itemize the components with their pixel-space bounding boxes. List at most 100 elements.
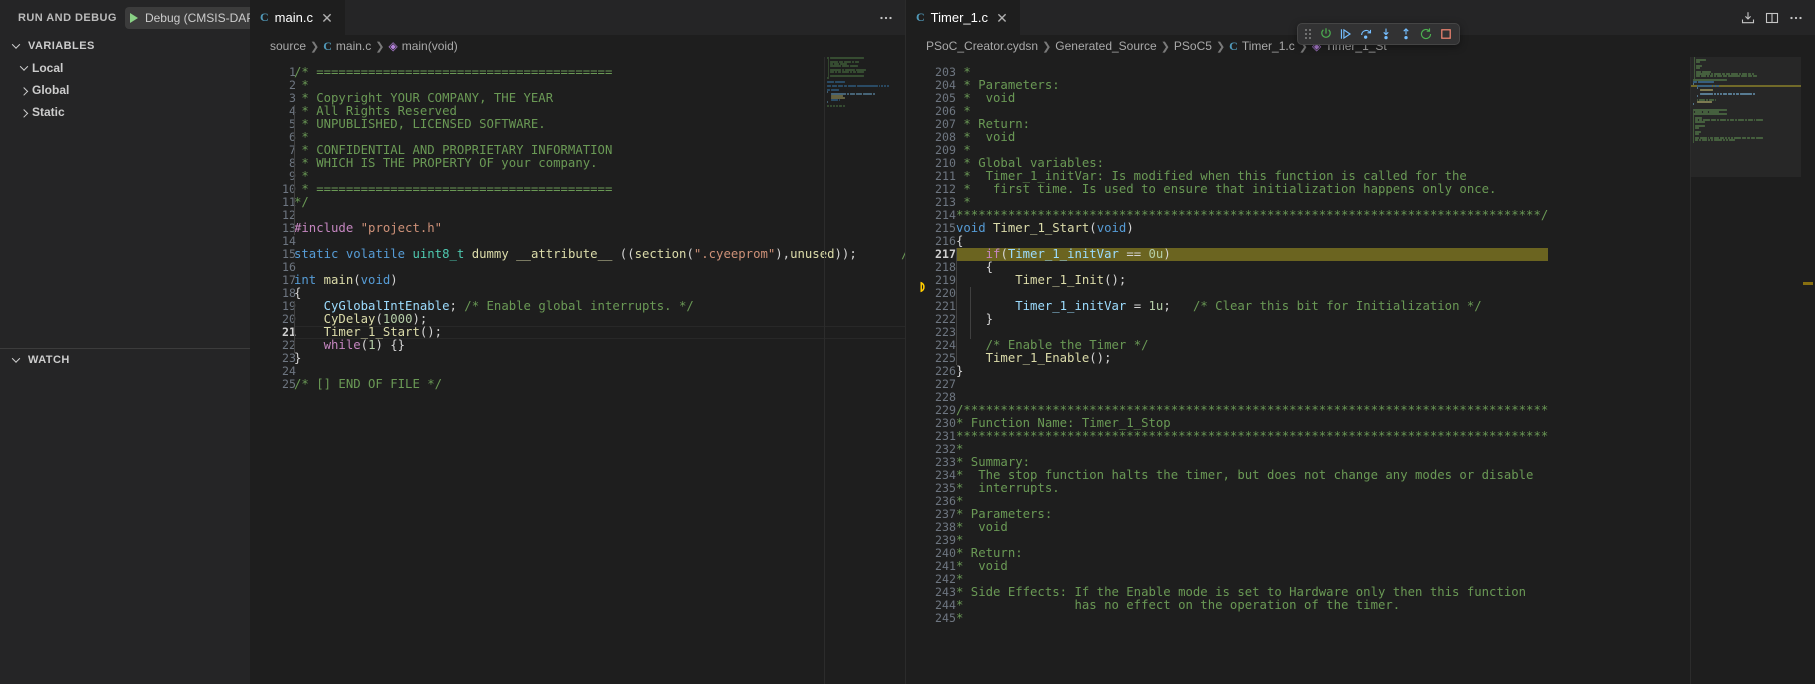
code-line: ****************************************… [956, 429, 1549, 443]
breadcrumb-item-folder[interactable]: Generated_Source [1055, 39, 1156, 53]
watch-section-header[interactable]: WATCH [0, 349, 250, 371]
step-out-button[interactable] [1396, 25, 1415, 44]
variables-section: VARIABLES Local Global Static [0, 35, 250, 123]
drag-grip[interactable] [1302, 26, 1313, 42]
minimap-border [1690, 57, 1691, 684]
code-line: * ======================================… [294, 182, 613, 196]
breadcrumb-label: PSoC5 [1173, 39, 1212, 53]
overview-ruler-left[interactable] [891, 57, 905, 684]
tab-label: Timer_1.c [930, 10, 988, 25]
step-over-button[interactable] [1356, 25, 1375, 44]
code-line: * Parameters: [956, 507, 1053, 521]
breadcrumb-item-subfolder[interactable]: PSoC5 [1174, 39, 1212, 53]
c-file-icon: C [1229, 38, 1238, 53]
ellipsis-icon[interactable] [875, 7, 897, 29]
variables-scope-local[interactable]: Local [0, 57, 250, 79]
vscode-window: RUN AND DEBUG Debug (CMSIS-DAP) VARIABLE… [0, 0, 1815, 684]
c-file-icon: C [323, 38, 332, 53]
indent-guide [970, 287, 971, 339]
code-line: * Return: [956, 117, 1031, 131]
editor-group-left: C main.c ✕ source ❯ C main.c ❯ ◈ main(vo… [250, 0, 905, 684]
breadcrumb-label: main.c [335, 39, 372, 53]
breadcrumb-label: Generated_Source [1055, 39, 1157, 53]
save-to-disk-icon[interactable] [1737, 7, 1759, 29]
sidebar-header: RUN AND DEBUG Debug (CMSIS-DAP) [0, 0, 323, 35]
chevron-right-icon [16, 82, 32, 98]
breadcrumb-item-file[interactable]: C Timer_1.c [1229, 39, 1295, 54]
start-debugging-icon[interactable] [129, 12, 138, 23]
variables-section-header[interactable]: VARIABLES [0, 35, 250, 57]
overview-ruler-right[interactable] [1801, 57, 1815, 684]
editor-tabbar-actions-left [875, 0, 905, 35]
function-symbol-icon: ◈ [388, 39, 398, 53]
breadcrumb-separator-icon: ❯ [375, 40, 385, 53]
watch-section-label: WATCH [28, 354, 70, 366]
split-editor-icon[interactable] [1761, 7, 1783, 29]
editor-body-left[interactable]: 1 2 3 4 5 6 7 8 9 10 11 12 13 14 15 16 1 [250, 57, 905, 684]
code-line: /* =====================================… [294, 65, 613, 79]
tab-timer-1-c[interactable]: C Timer_1.c ✕ [906, 0, 1021, 35]
indent-guide [294, 301, 295, 353]
execution-pointer-icon [918, 281, 930, 293]
minimap-border [824, 57, 825, 684]
code-line-executing: if(Timer_1_initVar == 0u) [956, 248, 1549, 261]
code-lines-left[interactable]: /* =====================================… [294, 66, 905, 391]
pause-button[interactable] [1316, 25, 1335, 44]
editor-body-right[interactable]: 203 204 205 206 207 208 209 210 211 212 213 214 215 2… [906, 57, 1815, 684]
code-line: * first time. Is used to ensure that ini… [956, 182, 1497, 196]
code-line: Timer_1_Init(); [1015, 273, 1127, 287]
sidebar-filler [0, 123, 250, 348]
variables-section-label: VARIABLES [28, 40, 95, 52]
debug-toolbar[interactable] [1297, 23, 1460, 45]
code-lines-right[interactable]: * * Parameters: * void * * Return: * voi… [956, 66, 1549, 625]
breadcrumb-item-source[interactable]: source [270, 39, 306, 53]
code-line: * [956, 533, 964, 547]
breadcrumb-label: Timer_1.c [1241, 39, 1295, 53]
tab-main-c[interactable]: C main.c ✕ [250, 0, 346, 35]
minimap-left[interactable] [825, 57, 889, 684]
code-line: * WHICH IS THE PROPERTY OF your company. [294, 156, 598, 170]
minimap-right[interactable] [1691, 57, 1801, 684]
code-line: while(1) {} [323, 338, 406, 352]
breadcrumb-separator-icon: ❯ [310, 40, 320, 53]
indent-guide [956, 248, 957, 365]
code-line: * Parameters: [956, 78, 1060, 92]
code-line: Timer_1_initVar = 1u; /* Clear this bit … [1015, 299, 1482, 313]
breadcrumb-label: source [270, 39, 307, 53]
variables-scope-global[interactable]: Global [0, 79, 250, 101]
code-line: /* [] END OF FILE */ [294, 377, 443, 391]
chevron-down-icon [8, 352, 24, 368]
more-actions-icon[interactable] [1785, 7, 1807, 29]
code-area-right[interactable]: 203 204 205 206 207 208 209 210 211 212 213 214 215 2… [906, 57, 1815, 684]
scope-label: Local [32, 61, 64, 75]
watch-section: WATCH [0, 348, 250, 684]
tab-label: main.c [274, 10, 313, 25]
code-area-left[interactable]: 1 2 3 4 5 6 7 8 9 10 11 12 13 14 15 16 1 [250, 57, 905, 684]
breadcrumb-item-file[interactable]: C main.c [323, 39, 371, 54]
code-line: */ [294, 195, 309, 209]
breadcrumb-separator-icon: ❯ [1215, 40, 1226, 53]
variables-scope-static[interactable]: Static [0, 101, 250, 123]
minimap-slider[interactable] [1691, 57, 1801, 177]
step-into-button[interactable] [1376, 25, 1395, 44]
editor-tabbar-actions-right [1737, 0, 1815, 35]
breadcrumb-item-project[interactable]: PSoC_Creator.cydsn [926, 39, 1038, 53]
indent-guide [294, 105, 295, 235]
restart-button[interactable] [1416, 25, 1435, 44]
scope-label: Static [32, 105, 65, 119]
code-line: static volatile uint8_t dummy __attribut… [294, 247, 905, 261]
run-and-debug-sidebar: RUN AND DEBUG Debug (CMSIS-DAP) VARIABLE… [0, 0, 323, 684]
c-file-icon: C [260, 10, 269, 24]
minimap-content [825, 57, 889, 107]
code-line: int main(void) [294, 273, 398, 287]
chevron-right-icon [16, 104, 32, 120]
breadcrumb-item-symbol[interactable]: ◈ main(void) [388, 39, 457, 53]
continue-button[interactable] [1336, 25, 1355, 44]
stop-button[interactable] [1436, 25, 1455, 44]
close-icon[interactable]: ✕ [319, 10, 335, 26]
close-icon[interactable]: ✕ [994, 10, 1010, 26]
line-number: 245 [935, 611, 956, 625]
editor-group-right: C Timer_1.c ✕ PSoC_Creator.cydsn ❯ Gener… [905, 0, 1815, 684]
code-line: } [985, 312, 994, 326]
